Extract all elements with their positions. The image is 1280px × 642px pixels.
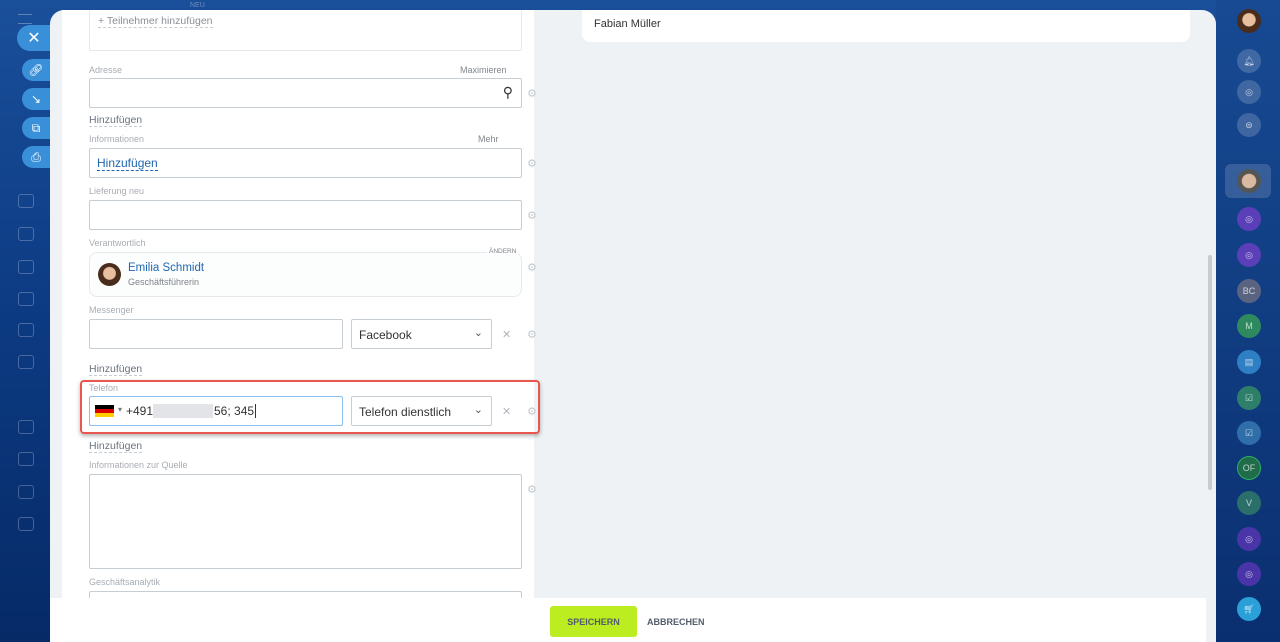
chat-m[interactable]: M [1237, 314, 1261, 338]
task-icon[interactable]: ☑ [1237, 421, 1261, 445]
tasks-icon[interactable] [18, 292, 34, 306]
participants-box: + Teilnehmer hinzufügen [89, 10, 522, 51]
analytics-label: Geschäftsanalytik [89, 577, 161, 587]
menu-icon[interactable] [18, 14, 32, 24]
footer-bar: SPEICHERN ABBRECHEN [50, 598, 1206, 642]
printer-icon: ⎙ [31, 149, 41, 164]
new-badge: NEU [190, 2, 205, 9]
channel-icon[interactable]: ◎ [1237, 562, 1261, 586]
contact-card-icon[interactable]: ▤ [1237, 350, 1261, 374]
channel-icon[interactable]: ◎ [1237, 527, 1261, 551]
avatar [98, 263, 121, 286]
gear-icon[interactable]: ⚙ [527, 405, 537, 418]
inbox-icon[interactable] [18, 227, 34, 241]
chat-search-icon[interactable]: ⊜ [1237, 113, 1261, 137]
contacts-icon[interactable] [18, 485, 34, 499]
task-icon[interactable]: ☑ [1237, 386, 1261, 410]
chat-v[interactable]: V [1237, 491, 1261, 515]
phone-type-select[interactable]: Telefon dienstlich ⌄ [351, 396, 492, 426]
chevron-down-icon: ⌄ [473, 404, 483, 416]
delivery-label: Lieferung neu [89, 186, 145, 196]
phone-add-link[interactable]: Hinzufügen [89, 440, 143, 453]
chat-of[interactable]: OF [1237, 456, 1261, 480]
cancel-button[interactable]: ABBRECHEN [647, 617, 705, 627]
messenger-input[interactable] [89, 319, 343, 349]
gear-icon[interactable]: ⚙ [527, 328, 537, 341]
channel-icon[interactable]: ◎ [1237, 243, 1261, 267]
contact-card: Fabian Müller [582, 10, 1190, 42]
scrollbar[interactable] [1208, 255, 1212, 490]
messenger-type-value: Facebook [359, 328, 412, 342]
more-link[interactable]: Mehr [478, 134, 499, 144]
info-add-link[interactable]: Hinzufügen [97, 156, 158, 171]
search-icon[interactable]: ⚲ [503, 84, 513, 101]
gear-icon[interactable]: ⚙ [527, 87, 537, 100]
source-info-label: Informationen zur Quelle [89, 460, 188, 470]
slider-panel: + Teilnehmer hinzufügen Adresse Maximier… [50, 10, 1216, 642]
board-icon[interactable] [18, 260, 34, 274]
link-icon: 🔗︎ [28, 63, 44, 77]
info-field[interactable]: Hinzufügen [89, 148, 522, 178]
channel-icon[interactable]: ◎ [1237, 207, 1261, 231]
mail-icon[interactable] [18, 323, 34, 337]
right-rail: 🔔︎ ◎ ⊜ ◎ ◎ BC M ▤ ☑ ☑ OF V ◎ ◎ 🛒︎ [1216, 0, 1280, 642]
address-input[interactable]: ⚲ [89, 78, 522, 108]
address-add-link[interactable]: Hinzufügen [89, 114, 143, 127]
store-icon[interactable] [18, 420, 34, 434]
country-dropdown-icon[interactable]: ▾ [118, 405, 122, 414]
chat-bc[interactable]: BC [1237, 279, 1261, 303]
gear-icon[interactable]: ⚙ [527, 209, 537, 222]
germany-flag-icon[interactable] [95, 405, 114, 417]
address-label: Adresse [89, 65, 123, 75]
responsible-label: Verantwortlich [89, 238, 146, 248]
contact-name[interactable]: Fabian Müller [594, 18, 661, 30]
responsible-card: ÄNDERN Emilia Schmidt Geschäftsführerin [89, 248, 522, 297]
messenger-type-select[interactable]: Facebook ⌄ [351, 319, 492, 349]
info-label: Informationen [89, 134, 145, 144]
bell-icon[interactable]: 🔔︎ [1237, 49, 1261, 73]
responsible-name[interactable]: Emilia Schmidt [128, 262, 204, 274]
card-icon[interactable] [18, 517, 34, 531]
edit-form: + Teilnehmer hinzufügen Adresse Maximier… [62, 10, 540, 642]
phone-input[interactable]: ▾ +491 56; 345 [89, 396, 343, 426]
calendar-icon[interactable] [18, 194, 34, 208]
phone-label: Telefon [89, 383, 119, 393]
gear-icon[interactable]: ⚙ [527, 261, 537, 274]
arrow-down-right-icon: ↘ [30, 92, 42, 106]
save-button[interactable]: SPEICHERN [550, 606, 637, 637]
phone-prefix: +491 [126, 404, 154, 418]
gear-icon[interactable]: ⚙ [527, 157, 537, 170]
gear-icon[interactable]: ⚙ [527, 483, 537, 496]
change-responsible-link[interactable]: ÄNDERN [487, 248, 519, 255]
contact-avatar [1237, 169, 1261, 193]
active-chat-tile[interactable] [1225, 164, 1271, 198]
external-link-icon: ⧉ [31, 120, 41, 135]
maximize-link[interactable]: Maximieren [460, 65, 507, 75]
add-participant-link[interactable]: + Teilnehmer hinzufügen [98, 15, 213, 28]
redacted-digits [153, 404, 213, 418]
remove-icon[interactable]: ✕ [502, 328, 511, 341]
phone-type-value: Telefon dienstlich [359, 405, 452, 419]
copilot-icon[interactable]: ◎ [1237, 80, 1261, 104]
source-info-textarea[interactable] [89, 474, 522, 569]
document-icon[interactable] [18, 452, 34, 466]
chevron-down-icon: ⌄ [473, 327, 483, 339]
messenger-label: Messenger [89, 305, 134, 315]
phone-suffix: 56; 345 [214, 404, 257, 418]
delivery-input[interactable] [89, 200, 522, 230]
remove-icon[interactable]: ✕ [502, 405, 511, 418]
chat-icon[interactable] [18, 355, 34, 369]
responsible-role: Geschäftsführerin [128, 277, 200, 287]
user-avatar[interactable] [1237, 9, 1261, 33]
shop-cart-icon[interactable]: 🛒︎ [1237, 597, 1261, 621]
messenger-add-link[interactable]: Hinzufügen [89, 363, 143, 376]
